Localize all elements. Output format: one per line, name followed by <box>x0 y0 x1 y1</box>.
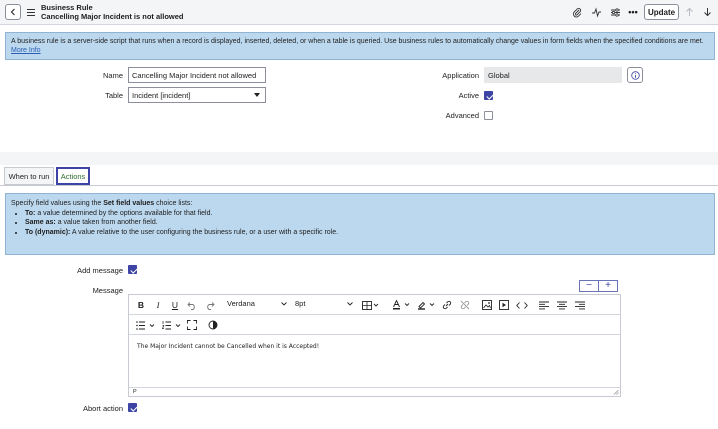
font-family-value: Verdana <box>227 299 255 308</box>
link-icon[interactable] <box>441 298 453 312</box>
application-label: Application <box>442 71 479 80</box>
back-button[interactable] <box>5 4 21 20</box>
redo-icon[interactable] <box>204 298 216 312</box>
table-label: Table <box>105 91 123 100</box>
active-checkbox[interactable] <box>484 91 493 100</box>
application-field: Global <box>484 67 622 83</box>
name-label: Name <box>102 71 123 80</box>
add-message-checkbox[interactable] <box>128 265 137 274</box>
chevron-down-icon <box>281 302 287 306</box>
highlight-color-icon[interactable] <box>416 298 438 312</box>
form-header: Business Rule Cancelling Major Incident … <box>0 0 718 25</box>
more-info-link[interactable]: More Info <box>11 47 41 54</box>
abort-action-label: Abort action <box>82 404 123 413</box>
font-family-select[interactable]: Verdana <box>227 299 289 311</box>
arrow-down-icon[interactable] <box>702 5 712 19</box>
advanced-label: Advanced <box>445 111 479 120</box>
tab-actions[interactable]: Actions <box>56 167 90 185</box>
settings-sliders-icon[interactable] <box>609 5 621 19</box>
align-center-icon[interactable] <box>556 298 568 312</box>
editor-toolbar-row-1: B I U Verdana 8pt <box>129 295 620 315</box>
bullet-list-icon[interactable] <box>135 318 157 332</box>
record-name: Cancelling Major Incident is not allowed <box>41 11 184 21</box>
section-divider <box>0 152 718 165</box>
page-title: Business Rule Cancelling Major Incident … <box>41 3 184 21</box>
source-code-icon[interactable] <box>515 298 529 312</box>
table-icon[interactable] <box>361 298 381 312</box>
activity-pulse-icon[interactable] <box>590 5 602 19</box>
actions-info-banner: Specify field values using the Set field… <box>5 193 715 255</box>
italic-button[interactable]: I <box>152 298 164 312</box>
editor-toolbar-row-2 <box>129 315 620 335</box>
chevron-down-icon <box>347 302 353 306</box>
list-item: To: a value determined by the options av… <box>25 209 709 219</box>
chevron-left-icon <box>10 8 15 16</box>
element-path: P <box>133 389 137 395</box>
more-options-icon[interactable]: ••• <box>627 5 639 19</box>
info-banner-text: A business rule is a server-side script … <box>11 38 704 45</box>
name-input[interactable]: Cancelling Major Incident not allowed <box>128 67 266 83</box>
list-item: To (dynamic): A value relative to the us… <box>25 228 709 238</box>
arrow-up-icon[interactable] <box>684 5 694 19</box>
info-banner: A business rule is a server-side script … <box>5 32 715 60</box>
message-label: Message <box>92 286 123 295</box>
update-button[interactable]: Update <box>644 4 679 20</box>
collapse-button[interactable]: − <box>579 280 599 292</box>
expand-button[interactable]: + <box>598 280 618 292</box>
actions-intro: Specify field values using the Set field… <box>11 200 193 207</box>
table-select-value: Incident [incident] <box>132 91 191 100</box>
font-size-select[interactable]: 8pt <box>295 299 355 311</box>
info-circle-icon <box>630 70 640 80</box>
paperclip-icon[interactable] <box>571 5 583 19</box>
editor-content[interactable]: The Major Incident cannot be Cancelled w… <box>137 343 319 350</box>
advanced-checkbox[interactable] <box>484 111 493 120</box>
resize-handle-icon[interactable] <box>613 389 619 395</box>
abort-action-checkbox[interactable] <box>128 403 137 412</box>
image-icon[interactable] <box>481 298 493 312</box>
bold-button[interactable]: B <box>135 298 147 312</box>
fullscreen-icon[interactable] <box>186 318 198 332</box>
add-message-label: Add message <box>77 266 123 275</box>
message-editor: B I U Verdana 8pt The Major Incident can… <box>128 294 621 397</box>
list-item: Same as: a value taken from another fiel… <box>25 218 709 228</box>
application-info-button[interactable] <box>627 67 643 83</box>
font-size-value: 8pt <box>295 299 306 308</box>
align-left-icon[interactable] <box>538 298 550 312</box>
contrast-icon[interactable] <box>207 318 219 332</box>
tab-underline <box>0 185 718 186</box>
unlink-icon[interactable] <box>459 298 471 312</box>
video-icon[interactable] <box>498 298 510 312</box>
align-right-icon[interactable] <box>574 298 586 312</box>
tab-when-to-run[interactable]: When to run <box>4 167 54 185</box>
undo-icon[interactable] <box>186 298 198 312</box>
text-color-icon[interactable] <box>391 298 413 312</box>
active-label: Active <box>458 91 479 100</box>
editor-status-bar: P <box>129 387 620 396</box>
underline-button[interactable]: U <box>169 298 181 312</box>
hamburger-menu-icon[interactable] <box>27 7 35 17</box>
table-select[interactable]: Incident [incident] <box>128 87 266 103</box>
numbered-list-icon[interactable] <box>161 318 183 332</box>
dropdown-arrow-icon <box>254 93 260 97</box>
